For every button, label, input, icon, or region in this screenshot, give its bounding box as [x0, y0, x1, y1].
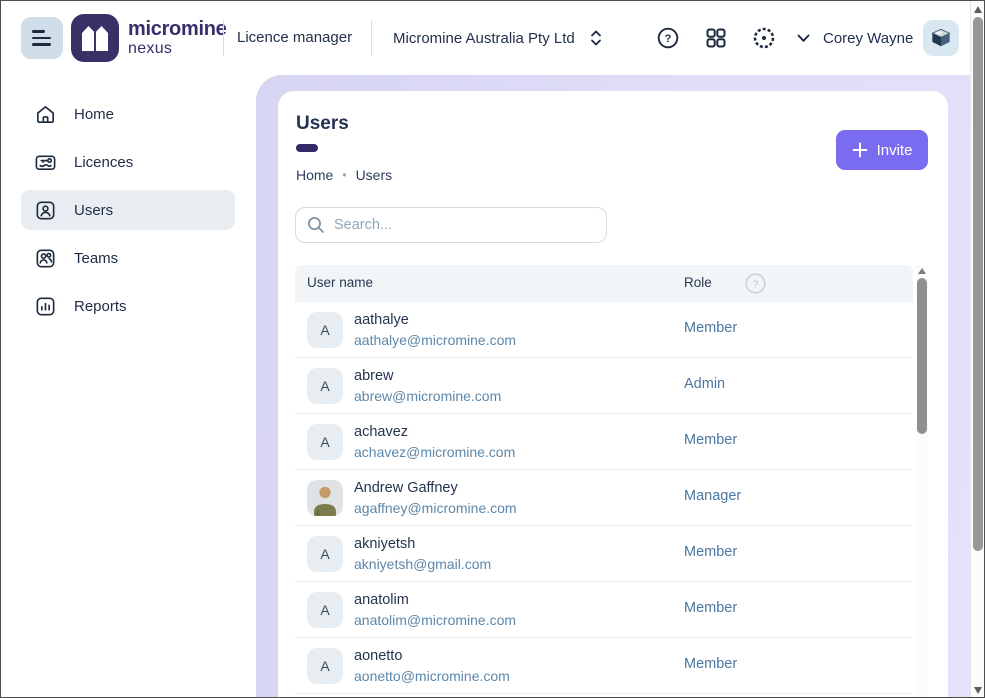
table-body: A aathalye aathalye@micromine.com Member…	[295, 302, 913, 694]
apps-grid-icon[interactable]	[702, 24, 730, 52]
table-row[interactable]: A abrew abrew@micromine.com Admin	[295, 358, 913, 414]
sidebar-item-teams[interactable]: Teams	[21, 238, 235, 278]
table-header: User name Role ?	[295, 265, 913, 302]
users-icon	[34, 199, 57, 222]
header-divider	[223, 20, 224, 56]
svg-text:?: ?	[752, 278, 758, 290]
sidebar: Home Licences Users Teams Reports	[1, 75, 256, 698]
table-scrollbar-thumb[interactable]	[917, 278, 927, 434]
teams-icon	[34, 247, 57, 270]
hamburger-icon	[32, 30, 45, 32]
table-row[interactable]: A akniyetsh akniyetsh@gmail.com Member	[295, 526, 913, 582]
search-box	[295, 207, 607, 243]
main-region: Users Home • Users Invite	[256, 75, 970, 698]
scroll-down-icon[interactable]	[974, 687, 982, 694]
gear-icon[interactable]	[750, 24, 778, 52]
brand-product: nexus	[128, 41, 226, 57]
breadcrumb-current: Users	[356, 167, 393, 183]
header-divider	[371, 20, 372, 56]
user-role[interactable]: Member	[684, 432, 737, 448]
app-title: Licence manager	[237, 29, 352, 46]
user-email: akniyetsh@gmail.com	[354, 554, 491, 574]
user-name: aathalye	[354, 310, 516, 330]
users-panel: Users Home • Users Invite	[278, 91, 948, 698]
table-row[interactable]: A aonetto aonetto@micromine.com Member	[295, 638, 913, 694]
user-avatar: A	[307, 424, 343, 460]
menu-toggle-button[interactable]	[21, 17, 63, 59]
svg-text:?: ?	[665, 33, 672, 45]
user-email: aathalye@micromine.com	[354, 330, 516, 350]
user-email: agaffney@micromine.com	[354, 498, 517, 518]
home-icon	[34, 103, 57, 126]
page-scrollbar-thumb[interactable]	[973, 17, 983, 551]
user-role[interactable]: Admin	[684, 376, 725, 392]
sort-chevrons-icon	[589, 29, 603, 47]
table-scrollbar[interactable]	[916, 265, 928, 698]
user-photo-avatar	[307, 480, 343, 516]
user-name: aonetto	[354, 646, 510, 666]
page-title: Users	[296, 113, 349, 135]
app-header: micromine nexus Licence manager Micromin…	[1, 1, 985, 75]
user-role[interactable]: Member	[684, 656, 737, 672]
title-accent-bar	[296, 144, 318, 152]
user-role[interactable]: Member	[684, 320, 737, 336]
user-name: anatolim	[354, 590, 516, 610]
user-email: aonetto@micromine.com	[354, 666, 510, 686]
user-name: Andrew Gaffney	[354, 478, 517, 498]
users-table: User name Role ? A aathalye aathalye@mic…	[295, 265, 913, 694]
brand-name: micromine	[128, 19, 226, 39]
sidebar-item-reports[interactable]: Reports	[21, 286, 235, 326]
sidebar-item-licences[interactable]: Licences	[21, 142, 235, 182]
breadcrumb: Home • Users	[296, 167, 392, 183]
chevron-down-icon[interactable]	[794, 29, 812, 47]
micromine-logo-icon	[71, 14, 119, 62]
search-input[interactable]	[334, 217, 595, 233]
help-icon[interactable]: ?	[654, 24, 682, 52]
account-menu[interactable]: Corey Wayne	[823, 20, 959, 56]
account-name: Corey Wayne	[823, 30, 913, 47]
user-email: anatolim@micromine.com	[354, 610, 516, 630]
page-scrollbar[interactable]	[970, 1, 985, 698]
column-header-user-name: User name	[307, 275, 373, 290]
brand-wordmark: micromine nexus	[128, 19, 226, 57]
scroll-up-icon[interactable]	[974, 6, 982, 13]
table-row[interactable]: A aathalye aathalye@micromine.com Member	[295, 302, 913, 358]
organisation-selector[interactable]: Micromine Australia Pty Ltd	[393, 21, 603, 55]
app-window: micromine nexus Licence manager Micromin…	[0, 0, 985, 698]
licences-icon	[34, 151, 57, 174]
user-avatar: A	[307, 536, 343, 572]
user-role[interactable]: Member	[684, 600, 737, 616]
user-role[interactable]: Member	[684, 544, 737, 560]
search-icon	[307, 216, 325, 234]
table-row[interactable]: A anatolim anatolim@micromine.com Member	[295, 582, 913, 638]
user-avatar: A	[307, 648, 343, 684]
sidebar-item-users[interactable]: Users	[21, 190, 235, 230]
user-name: abrew	[354, 366, 501, 386]
invite-button-label: Invite	[877, 142, 913, 159]
user-name: akniyetsh	[354, 534, 491, 554]
table-row[interactable]: A achavez achavez@micromine.com Member	[295, 414, 913, 470]
avatar	[923, 20, 959, 56]
question-circle-icon[interactable]: ?	[744, 272, 766, 294]
breadcrumb-home[interactable]: Home	[296, 167, 333, 183]
user-role[interactable]: Manager	[684, 488, 741, 504]
user-name: achavez	[354, 422, 515, 442]
plus-icon	[852, 142, 868, 158]
column-header-role: Role	[684, 275, 712, 290]
table-row[interactable]: Andrew Gaffney agaffney@micromine.com Ma…	[295, 470, 913, 526]
breadcrumb-separator: •	[342, 168, 346, 182]
user-email: abrew@micromine.com	[354, 386, 501, 406]
user-avatar: A	[307, 592, 343, 628]
user-avatar: A	[307, 312, 343, 348]
organisation-name: Micromine Australia Pty Ltd	[393, 30, 575, 47]
user-avatar: A	[307, 368, 343, 404]
sidebar-item-home[interactable]: Home	[21, 94, 235, 134]
reports-icon	[34, 295, 57, 318]
scroll-up-icon[interactable]	[918, 268, 926, 274]
invite-button[interactable]: Invite	[836, 130, 928, 170]
user-email: achavez@micromine.com	[354, 442, 515, 462]
